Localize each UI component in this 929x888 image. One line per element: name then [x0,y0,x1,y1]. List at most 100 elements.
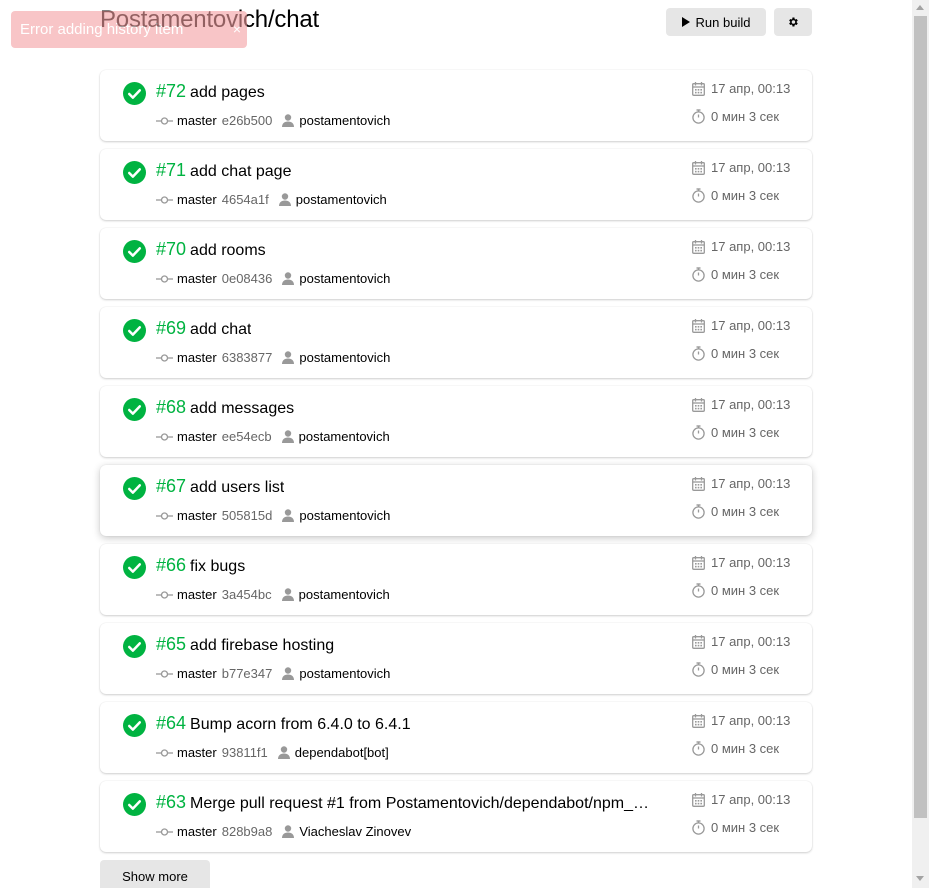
commit-icon [156,748,173,757]
build-number: #68 [156,397,187,417]
user-icon [282,114,295,127]
build-card[interactable]: #68 add messages master ee54ecb postament… [100,386,812,457]
stopwatch-icon [692,267,705,282]
duration-text: 0 мин 3 сек [711,346,780,361]
branch-name: master [177,271,217,286]
duration-text: 0 мин 3 сек [711,425,780,440]
toast-message: Error adding history item [20,21,184,38]
commit-icon [156,432,173,441]
commit-message: add chat page [190,163,292,180]
stopwatch-icon [692,425,705,440]
build-date: 17 апр, 00:13 [692,555,790,570]
commit-message: add chat [190,321,252,338]
user-icon [282,272,295,285]
build-duration: 0 мин 3 сек [692,662,779,677]
stopwatch-icon [692,346,705,361]
user-icon [282,509,295,522]
duration-text: 0 мин 3 сек [711,662,780,677]
author-name: postamentovich [299,350,391,365]
date-text: 17 апр, 00:13 [711,634,791,649]
author-name: postamentovich [295,192,387,207]
build-card[interactable]: #63 Merge pull request #1 from Postamento… [100,781,812,852]
scroll-up-arrow-icon[interactable] [916,5,924,10]
success-check-icon [123,161,146,184]
error-toast: Error adding history item × [11,11,247,48]
duration-text: 0 мин 3 сек [711,820,780,835]
calendar-icon [692,318,705,333]
settings-button[interactable] [774,8,812,36]
scrollbar-thumb[interactable] [914,16,927,818]
calendar-icon [692,792,705,807]
success-check-icon [123,240,146,263]
build-card[interactable]: #65 add firebase hosting master b77e347 p… [100,623,812,694]
commit-icon [156,195,173,204]
duration-text: 0 мин 3 сек [711,583,780,598]
author-name: postamentovich [299,271,391,286]
scroll-down-arrow-icon[interactable] [916,876,924,881]
build-meta: master e26b500 postamentovich [156,113,390,128]
commit-icon [156,353,173,362]
stopwatch-icon [692,820,705,835]
duration-text: 0 мин 3 сек [711,109,780,124]
build-number: #64 [156,713,187,733]
show-more-button[interactable]: Show more [100,860,210,888]
build-date: 17 апр, 00:13 [692,318,790,333]
date-text: 17 апр, 00:13 [711,318,791,333]
toast-close-icon[interactable]: × [233,11,241,48]
date-text: 17 апр, 00:13 [711,476,791,491]
commit-message: add messages [190,400,295,417]
build-number: #65 [156,634,187,654]
play-icon [681,17,690,27]
commit-hash: 93811f1 [221,745,268,760]
build-duration: 0 мин 3 сек [692,267,779,282]
build-card[interactable]: #64 Bump acorn from 6.4.0 to 6.4.1 master… [100,702,812,773]
stopwatch-icon [692,504,705,519]
build-duration: 0 мин 3 сек [692,109,779,124]
build-title: #65 add firebase hosting [156,634,334,655]
success-check-icon [123,556,146,579]
build-card[interactable]: #67 add users list master 505815d postame… [100,465,812,536]
commit-icon [156,511,173,520]
build-number: #69 [156,318,187,338]
build-card[interactable]: #71 add chat page master 4654a1f postamen… [100,149,812,220]
branch-name: master [177,350,217,365]
calendar-icon [692,239,705,254]
build-card[interactable]: #70 add rooms master 0e08436 postamentovi… [100,228,812,299]
commit-message: Merge pull request #1 from Postamentovic… [190,795,656,812]
stopwatch-icon [692,188,705,203]
commit-hash: b77e347 [221,666,273,681]
commit-icon [156,827,173,836]
build-title: #72 add pages [156,81,265,102]
build-date: 17 апр, 00:13 [692,634,790,649]
build-title: #66 fix bugs [156,555,245,576]
build-duration: 0 мин 3 сек [692,188,779,203]
stopwatch-icon [692,662,705,677]
author-name: postamentovich [299,113,391,128]
commit-message: Bump acorn from 6.4.0 to 6.4.1 [190,716,411,733]
duration-text: 0 мин 3 сек [711,267,780,282]
run-build-button[interactable]: Run build [666,8,766,36]
branch-name: master [177,192,217,207]
build-meta: master 6383877 postamentovich [156,350,390,365]
scrollbar[interactable] [912,0,929,888]
commit-message: fix bugs [190,558,246,575]
build-number: #72 [156,81,187,101]
build-meta: master 0e08436 postamentovich [156,271,390,286]
duration-text: 0 мин 3 сек [711,504,780,519]
build-card[interactable]: #66 fix bugs master 3a454bc postamentovic… [100,544,812,615]
build-title: #71 add chat page [156,160,291,181]
date-text: 17 апр, 00:13 [711,792,791,807]
build-card[interactable]: #69 add chat master 6383877 postamentovic… [100,307,812,378]
duration-text: 0 мин 3 сек [711,188,780,203]
commit-message: add rooms [190,242,266,259]
author-name: postamentovich [299,508,391,523]
build-card[interactable]: #72 add pages master e26b500 postamentovi… [100,70,812,141]
author-name: dependabot[bot] [294,745,389,760]
user-icon [277,746,290,759]
build-title: #70 add rooms [156,239,266,260]
build-meta: master 4654a1f postamentovich [156,192,387,207]
commit-message: add pages [190,84,265,101]
commit-icon [156,669,173,678]
success-check-icon [123,477,146,500]
commit-hash: 505815d [221,508,273,523]
